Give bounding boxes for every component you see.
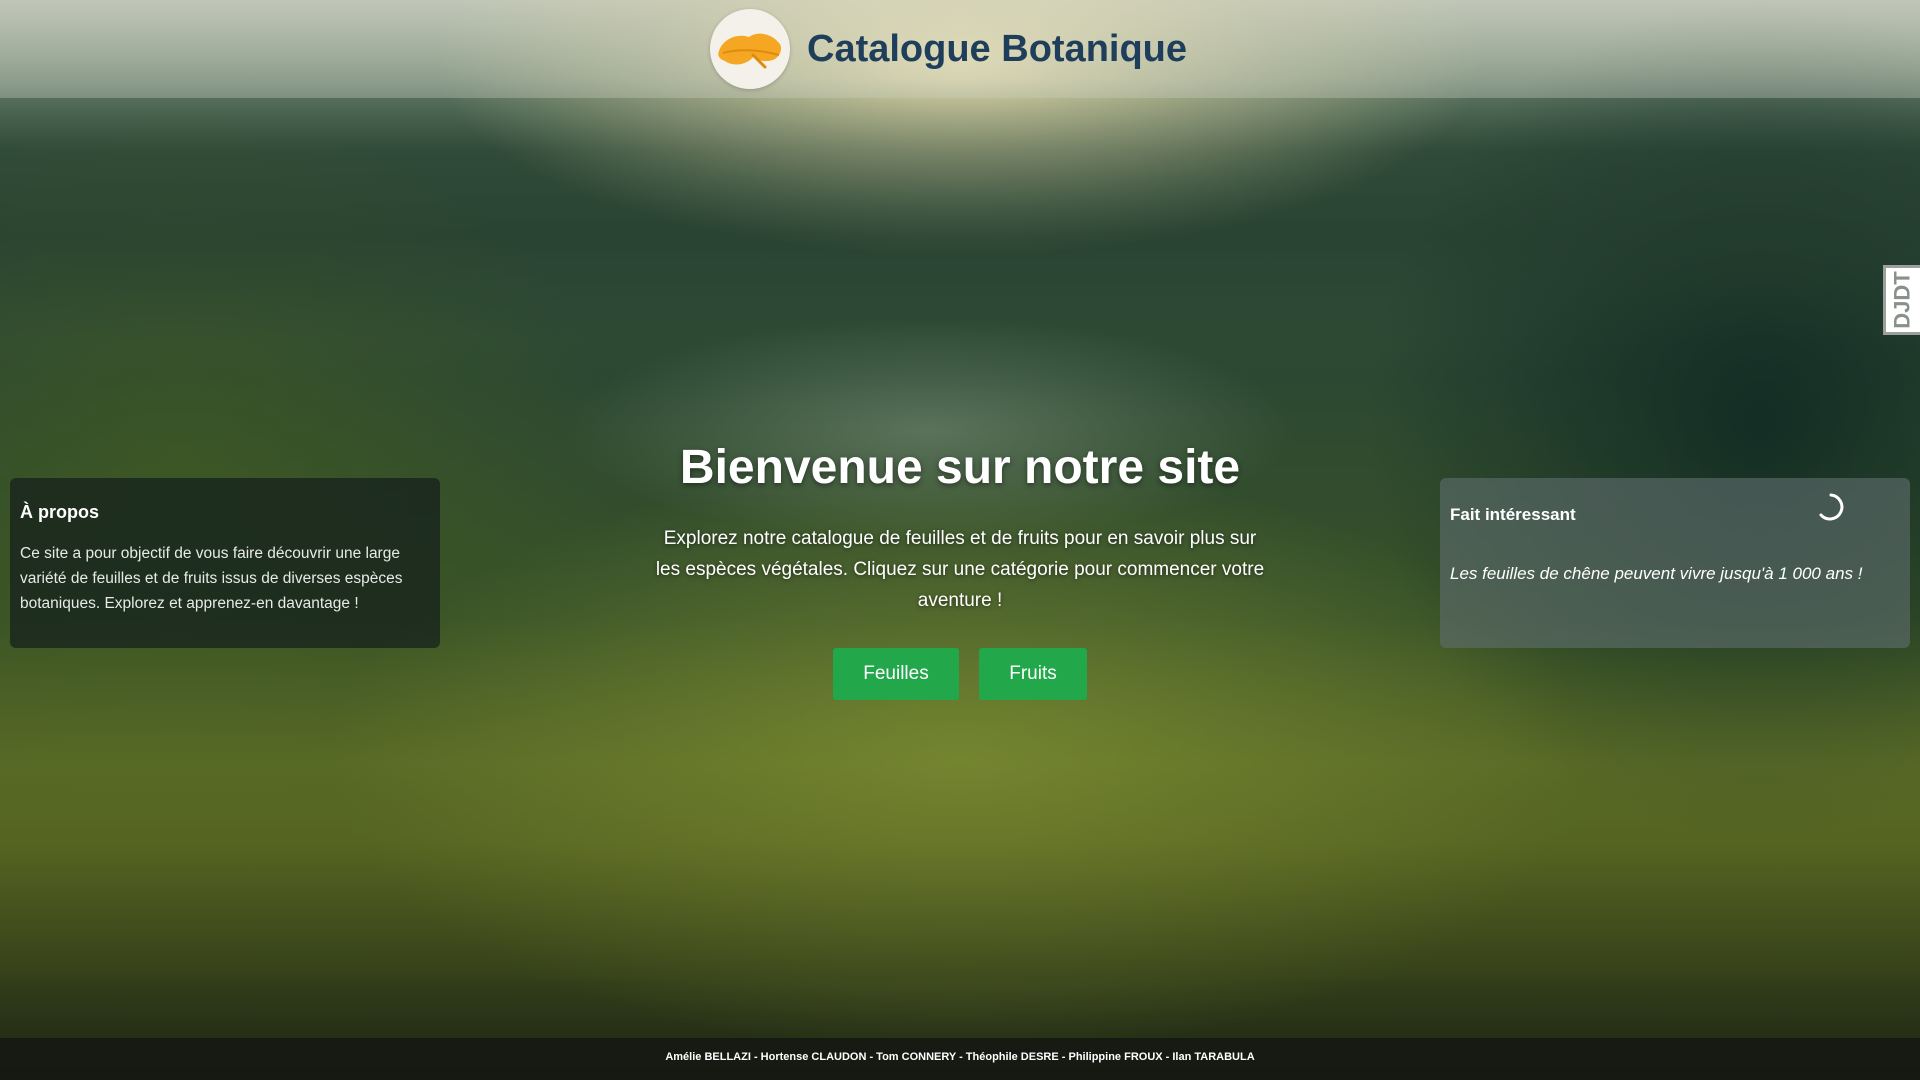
site-title[interactable]: Catalogue Botanique — [807, 28, 1187, 71]
hero-section: Bienvenue sur notre site Explorez notre … — [610, 440, 1310, 700]
hero-description: Explorez notre catalogue de feuilles et … — [655, 528, 1265, 611]
loading-spinner-icon — [1819, 493, 1844, 521]
orange-leaf-icon[interactable] — [710, 9, 790, 89]
about-title: À propos — [20, 502, 99, 522]
page-title: Bienvenue sur notre site — [679, 441, 1241, 494]
about-text: Ce site a pour objectif de vous faire dé… — [20, 545, 403, 612]
site-footer: Amélie BELLAZI - Hortense CLAUDON - Tom … — [0, 1038, 1920, 1080]
fact-title: Fait intéressant — [1450, 505, 1576, 524]
footer-credits: Amélie BELLAZI - Hortense CLAUDON - Tom … — [665, 1051, 1255, 1063]
brand[interactable]: Catalogue Botanique — [710, 8, 1187, 90]
debug-toolbar-handle[interactable]: DJDT — [1883, 265, 1920, 335]
fruits-button[interactable]: Fruits — [979, 648, 1087, 700]
leaves-button[interactable]: Feuilles — [833, 648, 959, 700]
fact-text: Les feuilles de chêne peuvent vivre jusq… — [1450, 564, 1863, 583]
debug-toolbar-label: DJDT — [1890, 271, 1916, 329]
fun-fact-panel: Fait intéressant Les feuilles de chêne p… — [1440, 478, 1910, 648]
category-buttons: Feuilles Fruits — [610, 648, 1310, 700]
site-header: Catalogue Botanique — [0, 0, 1920, 98]
background-forest-ridge — [0, 80, 1920, 340]
about-panel: À propos Ce site a pour objectif de vous… — [10, 478, 440, 648]
